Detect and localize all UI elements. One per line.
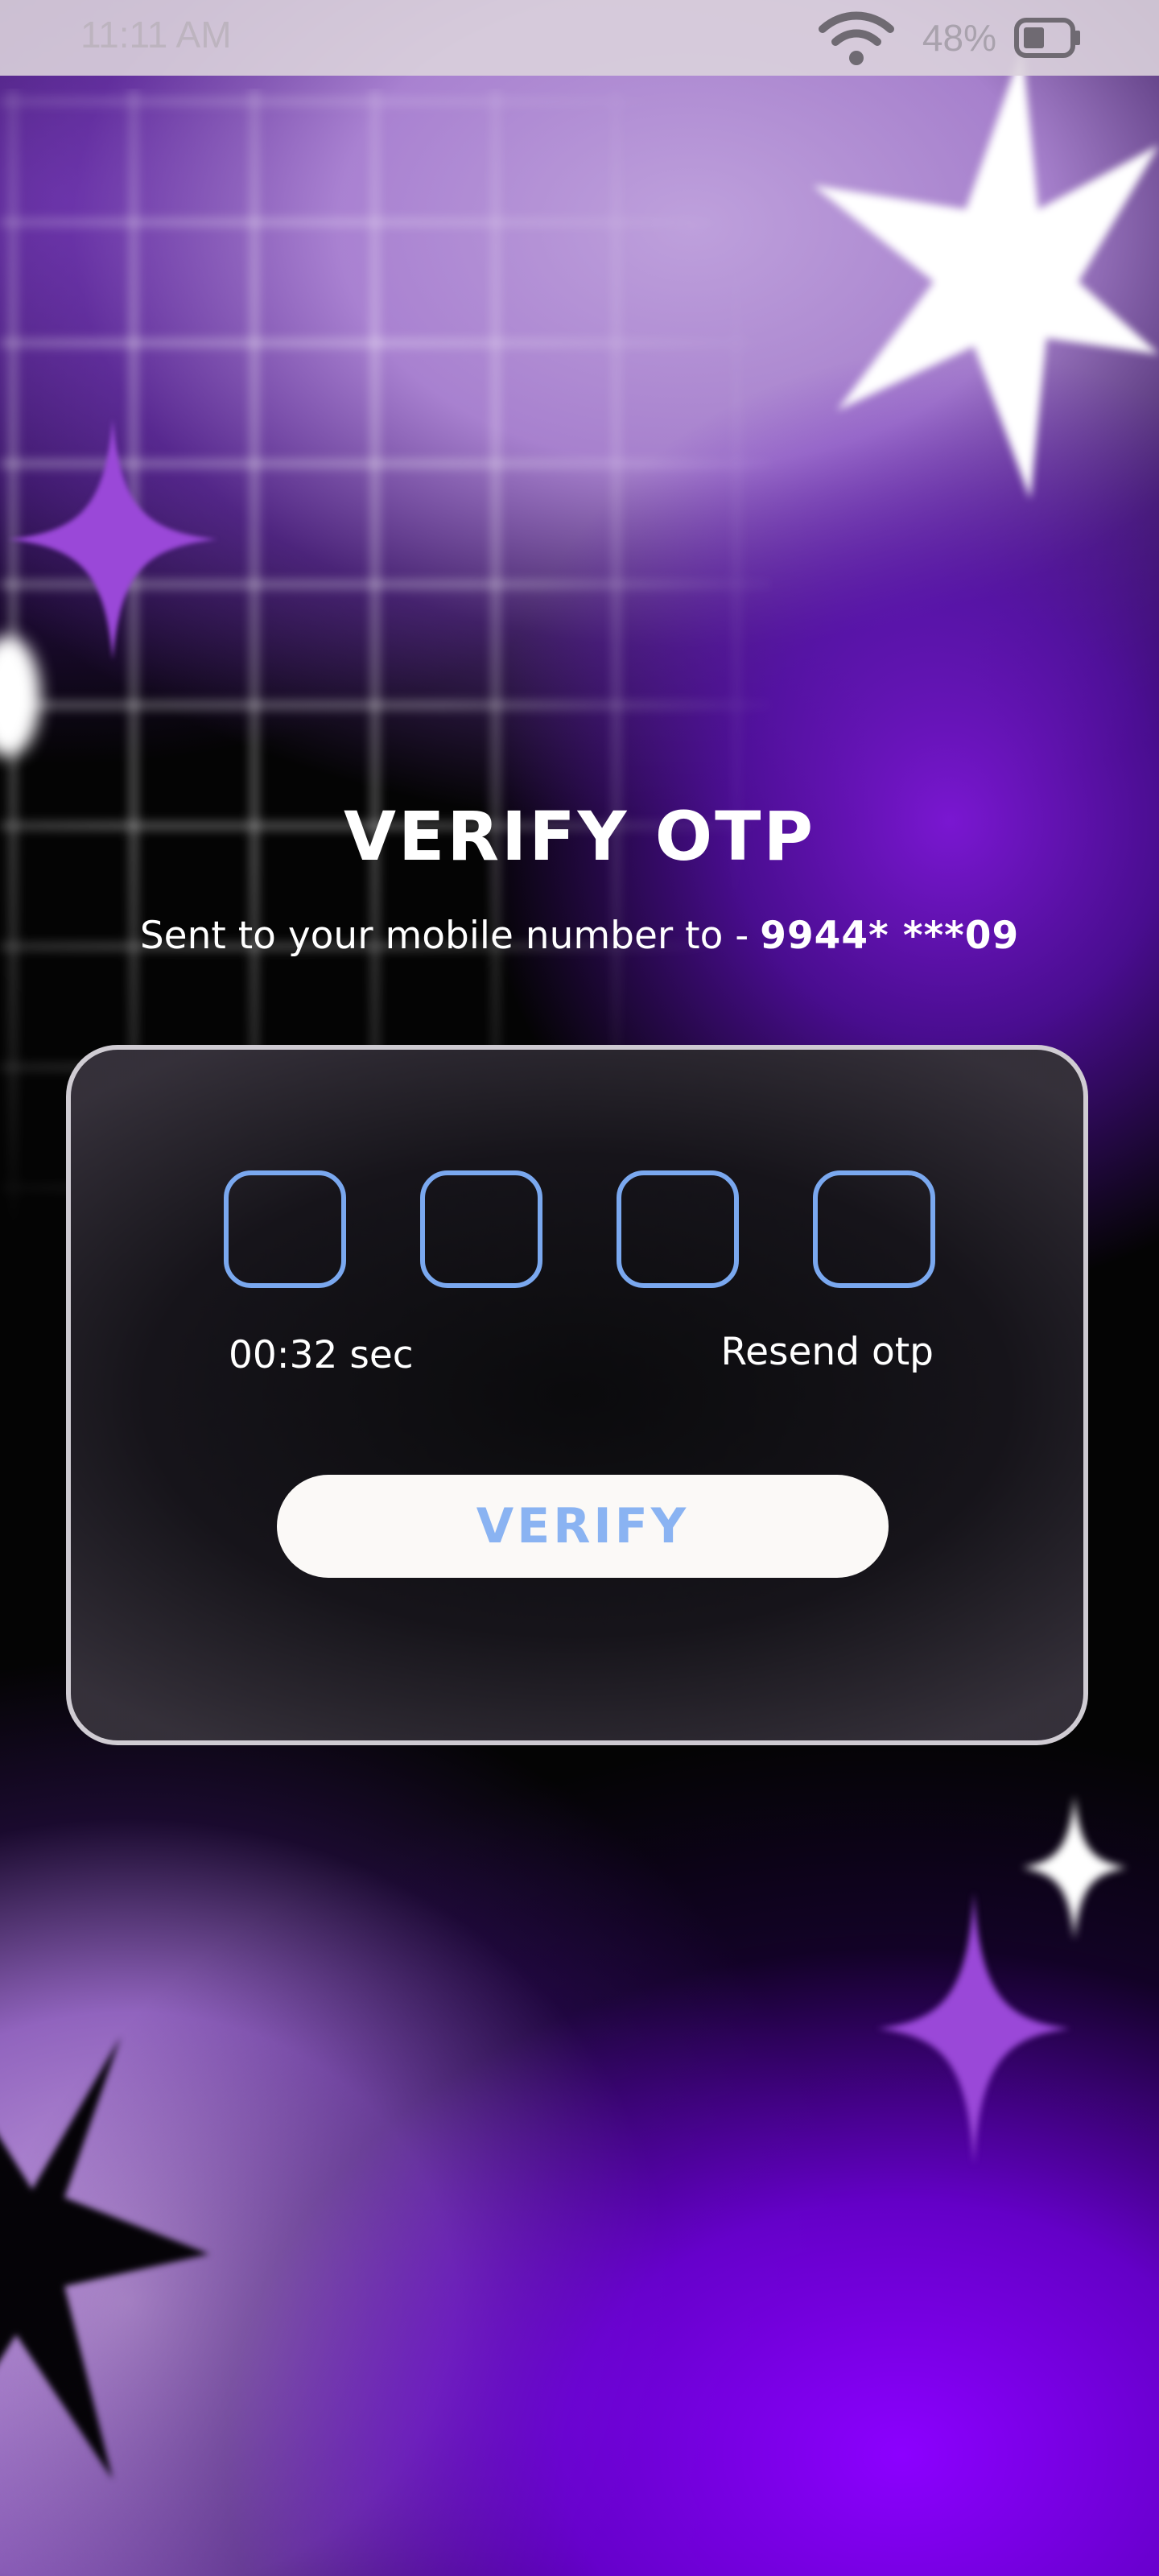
otp-digit-2[interactable] [420,1170,542,1288]
otp-countdown-timer: 00:32 sec [229,1333,414,1377]
purple-star-left-icon [8,419,217,660]
resend-otp-link[interactable]: Resend otp [721,1330,934,1374]
battery-fill [1024,27,1044,48]
starburst-top-right-icon [813,48,1159,499]
masked-phone-number: 9944* ***09 [760,914,1020,958]
otp-sent-label: Sent to your mobile number to - [139,914,749,958]
status-bar: 11:11 AM 48% [0,0,1159,76]
wifi-icon [818,11,894,65]
black-starburst-bottom-left-icon [0,2037,209,2479]
otp-digit-3[interactable] [617,1170,739,1288]
status-icons: 48% [818,8,1082,68]
purple-star-bottom-right-icon [877,1892,1070,2165]
otp-input-row [224,1170,940,1291]
otp-digit-1[interactable] [224,1170,346,1288]
page-title: VERIFY OTP [343,797,816,876]
battery-icon [1014,18,1080,58]
otp-card: 00:32 sec Resend otp VERIFY [66,1045,1088,1745]
status-time: 11:11 AM [80,14,232,56]
battery-percent: 48% [922,17,996,59]
verify-button[interactable]: VERIFY [277,1475,889,1578]
otp-sent-message: Sent to your mobile number to -9944* ***… [0,914,1159,958]
otp-digit-4[interactable] [813,1170,935,1288]
